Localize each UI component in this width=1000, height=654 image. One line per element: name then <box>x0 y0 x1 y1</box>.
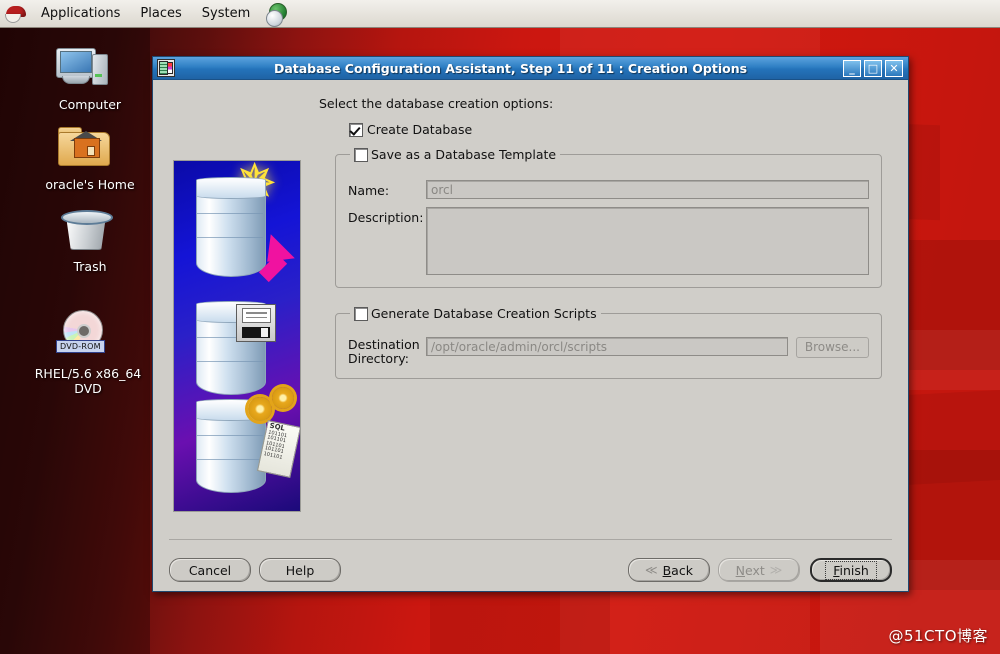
menu-system[interactable]: System <box>193 3 259 24</box>
desktop-icon-label: Trash <box>73 259 107 274</box>
desktop-icon-computer[interactable]: Computer <box>30 44 150 112</box>
finish-button[interactable]: Finish <box>810 558 892 582</box>
dbca-dialog-window: Database Configuration Assistant, Step 1… <box>152 56 909 592</box>
floppy-disk-icon <box>236 304 276 342</box>
trash-icon <box>30 206 150 254</box>
desktop-icon-label: oracle's Home <box>45 177 135 192</box>
globe-browser-icon[interactable] <box>266 2 288 27</box>
computer-icon <box>30 44 150 92</box>
save-as-template-label: Save as a Database Template <box>371 147 557 162</box>
lead-instruction: Select the database creation options: <box>319 96 554 111</box>
gear-icon <box>272 387 294 409</box>
finish-button-label: Finish <box>825 560 877 580</box>
desktop-icon-oracles-home[interactable]: oracle's Home <box>30 124 150 192</box>
top-panel: Applications Places System <box>0 0 1000 28</box>
desktop-icon-trash[interactable]: Trash <box>30 206 150 274</box>
home-folder-icon <box>30 124 150 172</box>
dialog-title: Database Configuration Assistant, Step 1… <box>273 60 748 76</box>
dvd-rom-icon: DVD-ROM <box>28 310 148 358</box>
menu-places[interactable]: Places <box>131 3 190 24</box>
browse-button[interactable]: Browse... <box>795 337 869 358</box>
oracle-database-banner-image: ✵ <box>173 160 301 512</box>
menu-applications[interactable]: Applications <box>32 3 129 24</box>
next-button-label: Next <box>735 562 765 578</box>
next-button: Next ≫ <box>718 558 800 582</box>
dvd-rom-badge: DVD-ROM <box>56 340 105 353</box>
generate-scripts-label: Generate Database Creation Scripts <box>371 306 597 321</box>
destination-directory-input[interactable]: /opt/oracle/admin/orcl/scripts <box>426 337 788 356</box>
create-database-checkbox[interactable] <box>349 122 363 137</box>
generate-scripts-legend[interactable]: Generate Database Creation Scripts <box>350 306 601 321</box>
sql-binary-lines: 101101 101101 101101 101101 101101 <box>263 428 288 461</box>
help-button-label: Help <box>285 562 315 578</box>
dialog-main-area: ✵ <box>155 82 906 539</box>
generate-scripts-checkbox[interactable] <box>354 306 368 321</box>
save-as-template-checkbox[interactable] <box>354 147 368 162</box>
destination-label-line1: Destination <box>348 337 420 352</box>
desktop-icon-label: RHEL/5.6 x86_64 DVD <box>34 366 142 396</box>
cancel-button-label: Cancel <box>188 562 232 578</box>
destination-directory-label: Destination Directory: <box>348 337 426 366</box>
redhat-logo-icon[interactable] <box>5 4 29 24</box>
database-assistant-icon <box>157 59 175 77</box>
template-description-row: Description: <box>348 207 869 275</box>
creation-options-form: Select the database creation options: Cr… <box>301 90 896 539</box>
dialog-titlebar[interactable]: Database Configuration Assistant, Step 1… <box>153 57 908 80</box>
back-button[interactable]: ≪ Back <box>628 558 710 582</box>
template-name-input[interactable]: orcl <box>426 180 869 199</box>
back-chevron-icon: ≪ <box>645 562 658 577</box>
create-database-checkbox-row[interactable]: Create Database <box>349 122 896 137</box>
minimize-button[interactable]: _ <box>843 59 861 77</box>
destination-label-line2: Directory: <box>348 351 409 366</box>
desktop-icon-label: Computer <box>58 97 122 112</box>
next-chevron-icon: ≫ <box>769 562 783 577</box>
watermark-text: @51CTO博客 <box>888 627 988 645</box>
save-as-template-legend[interactable]: Save as a Database Template <box>350 147 560 162</box>
window-controls: _ □ ✕ <box>843 59 905 77</box>
template-description-label: Description: <box>348 210 424 225</box>
destination-directory-row: Destination Directory: /opt/oracle/admin… <box>348 337 869 366</box>
save-as-template-group: Save as a Database Template Name: orcl D… <box>335 147 882 288</box>
maximize-button[interactable]: □ <box>864 59 882 77</box>
cancel-button[interactable]: Cancel <box>169 558 251 582</box>
generate-scripts-group: Generate Database Creation Scripts Desti… <box>335 306 882 379</box>
template-description-textarea[interactable] <box>426 207 869 275</box>
create-database-label: Create Database <box>367 122 473 137</box>
back-button-label: Back <box>662 562 693 578</box>
close-button[interactable]: ✕ <box>885 59 903 77</box>
dialog-button-bar: Cancel Help ≪ Back Next ≫ Finish <box>169 539 892 589</box>
help-button[interactable]: Help <box>259 558 341 582</box>
template-name-row: Name: orcl <box>348 180 869 199</box>
desktop-icon-dvd[interactable]: DVD-ROM RHEL/5.6 x86_64 DVD <box>28 310 148 396</box>
dialog-body: ✵ <box>153 80 908 591</box>
template-name-label: Name: <box>348 183 390 198</box>
desktop: Applications Places System Computer orac… <box>0 0 1000 654</box>
gear-icon <box>248 397 272 421</box>
